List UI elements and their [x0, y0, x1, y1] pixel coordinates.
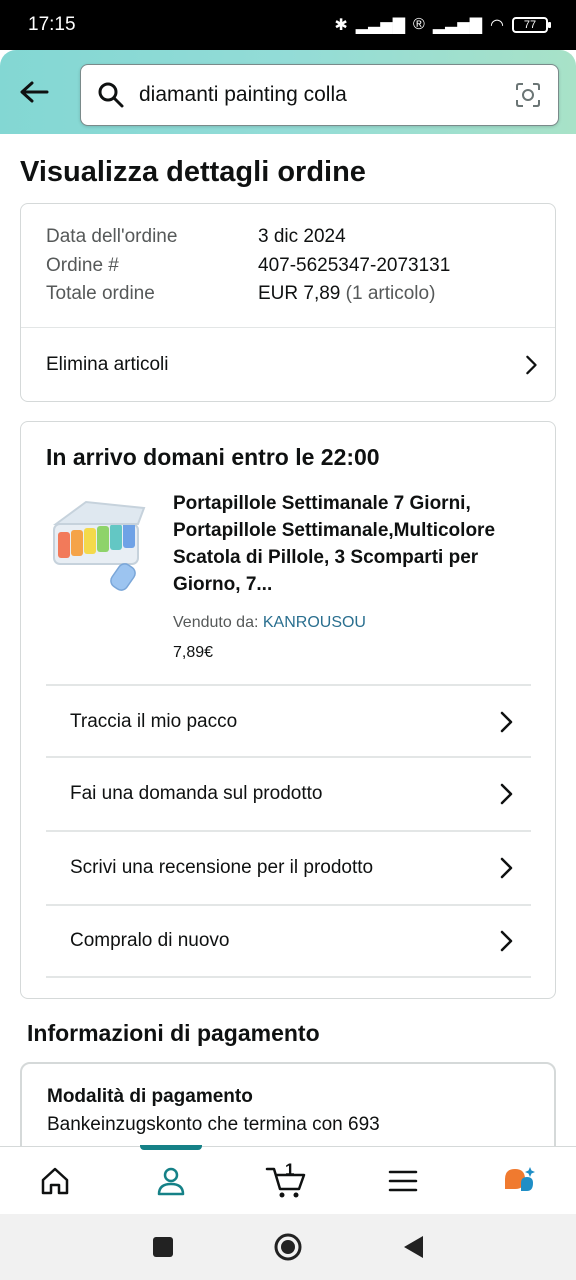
delete-items-link[interactable]: Elimina articoli: [21, 328, 555, 402]
ask-question-link[interactable]: Fai una domanda sul prodotto: [46, 756, 531, 830]
action-label: Fai una domanda sul prodotto: [70, 783, 323, 804]
registered-icon: ®: [413, 16, 425, 33]
order-total-value: EUR 7,89: [258, 283, 341, 304]
search-query: diamanti painting colla: [139, 83, 347, 106]
action-label: Scrivi una recensione per il prodotto: [70, 857, 374, 878]
nav-menu[interactable]: [367, 1147, 439, 1215]
wifi-icon: ◠: [490, 17, 504, 34]
product-price: 7,89€: [173, 644, 214, 661]
camera-scan-icon[interactable]: [514, 81, 542, 109]
order-date-value: 3 dic 2024: [258, 226, 346, 247]
order-total-label: Totale ordine: [46, 283, 155, 304]
square-icon: [153, 1237, 173, 1257]
order-number-value: 407-5625347-2073131: [258, 255, 451, 276]
nav-home[interactable]: [19, 1147, 91, 1215]
recent-apps-button[interactable]: [148, 1232, 178, 1262]
nav-cart[interactable]: 1: [251, 1147, 323, 1215]
action-label: Traccia il mio pacco: [70, 711, 238, 732]
signal-icon: ▂▃▅▇: [355, 17, 406, 34]
bluetooth-icon: ✱: [334, 17, 348, 34]
search-icon: [98, 82, 124, 108]
system-nav-bar: [0, 1214, 576, 1280]
nav-account[interactable]: [135, 1147, 207, 1215]
shipment-card: In arrivo domani entro le 22:00 Portapil…: [20, 421, 556, 999]
product-image[interactable]: [46, 490, 154, 598]
nav-rufus[interactable]: [483, 1147, 555, 1215]
header: diamanti painting colla: [0, 50, 576, 134]
order-total-value-group: EUR 7,89 (1 articolo): [258, 283, 435, 305]
chevron-right-icon: [500, 783, 513, 805]
status-bar: 17:15 ✱ ▂▃▅▇ ® ▂▃▅▇ ◠ 77: [0, 0, 576, 50]
buy-again-link[interactable]: Compralo di nuovo: [46, 904, 531, 978]
signal-icon-2: ▂▃▅▇: [432, 17, 483, 34]
status-time: 17:15: [28, 14, 76, 35]
order-summary-card: Data dell'ordine 3 dic 2024 Ordine # 407…: [20, 203, 556, 402]
order-date-label: Data dell'ordine: [46, 226, 178, 247]
payment-method-label: Modalità di pagamento: [47, 1086, 253, 1107]
seller-link[interactable]: KANROUSOU: [263, 614, 366, 631]
payment-card: Modalità di pagamento Bankeinzugskonto c…: [20, 1062, 556, 1146]
circle-icon: [274, 1233, 302, 1261]
arrival-heading: In arrivo domani entro le 22:00: [46, 444, 380, 470]
home-icon: [41, 1167, 69, 1195]
search-input[interactable]: diamanti painting colla: [80, 64, 559, 126]
action-label: Compralo di nuovo: [70, 930, 230, 951]
main-content: Visualizza dettagli ordine Data dell'ord…: [0, 134, 576, 1146]
arrow-left-icon: [20, 81, 49, 103]
user-icon: [157, 1167, 185, 1196]
pill-organizer-image: [52, 500, 146, 591]
payment-section-title: Informazioni di pagamento: [27, 1020, 320, 1046]
write-review-link[interactable]: Scrivi una recensione per il prodotto: [46, 830, 531, 904]
sold-by: Venduto da: KANROUSOU: [173, 614, 366, 632]
battery-icon: 77: [512, 17, 551, 33]
delete-items-label: Elimina articoli: [46, 354, 169, 375]
sold-by-label: Venduto da:: [173, 614, 263, 631]
chevron-right-icon: [500, 930, 513, 952]
home-button[interactable]: [273, 1232, 303, 1262]
product-title[interactable]: Portapillole Settimanale 7 Giorni, Porta…: [173, 490, 537, 598]
back-nav-button[interactable]: [398, 1232, 428, 1262]
cart-count: 1: [285, 1160, 295, 1179]
status-icons: ✱ ▂▃▅▇ ® ▂▃▅▇ ◠ 77: [334, 15, 551, 35]
track-package-link[interactable]: Traccia il mio pacco: [46, 684, 531, 758]
triangle-back-icon: [404, 1236, 423, 1258]
page-title: Visualizza dettagli ordine: [20, 156, 366, 188]
bottom-nav: 1: [0, 1145, 576, 1215]
rufus-assistant-icon: [505, 1167, 535, 1191]
chevron-right-icon: [500, 711, 513, 733]
order-total-items: (1 articolo): [345, 283, 436, 304]
payment-method-value: Bankeinzugskonto che termina con 693: [47, 1114, 380, 1135]
chevron-right-icon: [500, 857, 513, 879]
menu-icon: [388, 1170, 418, 1192]
order-number-label: Ordine #: [46, 255, 119, 276]
chevron-right-icon: [526, 355, 537, 375]
back-button[interactable]: [14, 72, 54, 112]
